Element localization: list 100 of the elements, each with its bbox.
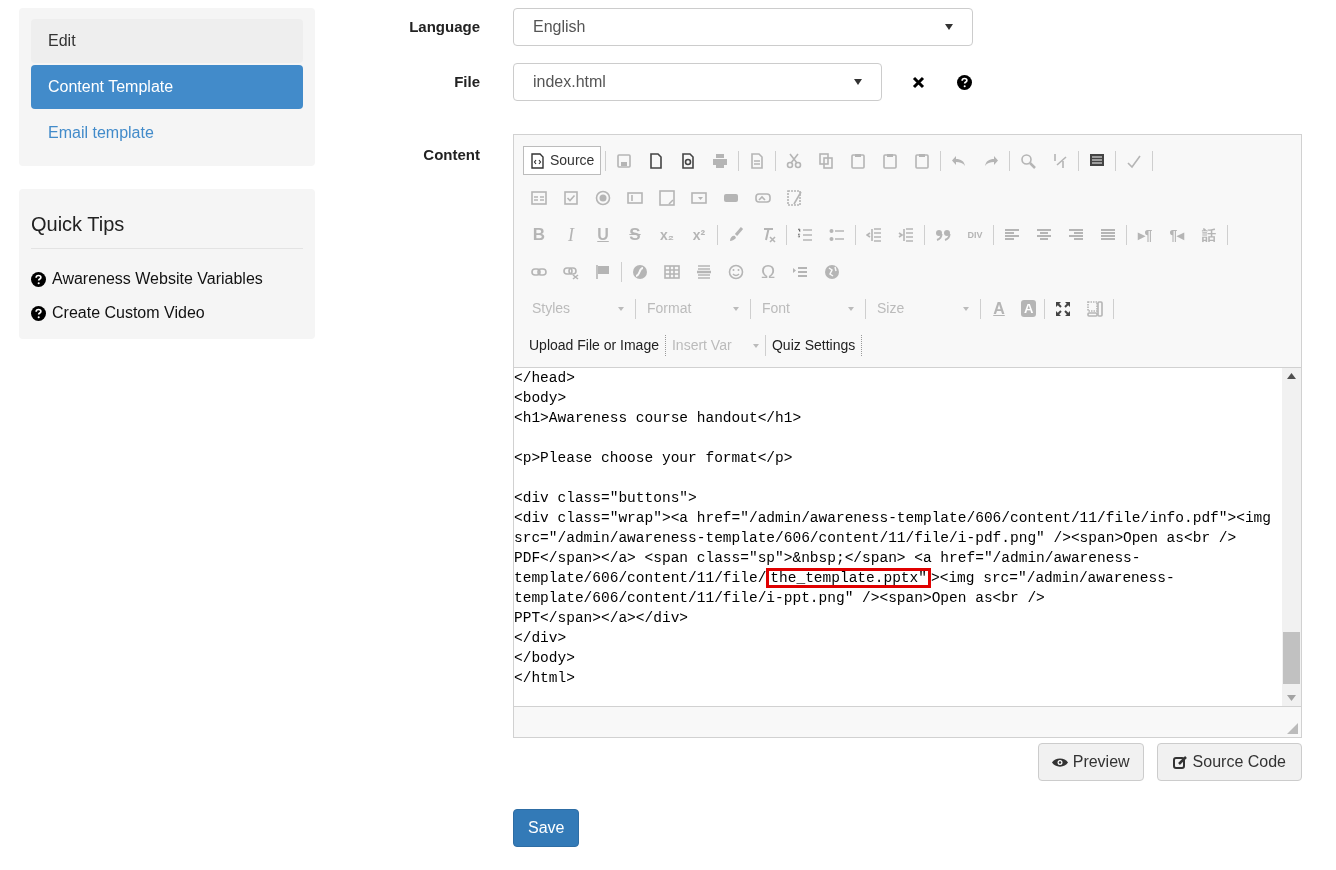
source-code-button[interactable]: Source Code [1156,743,1302,781]
align-left-icon[interactable] [1004,226,1020,243]
format-button[interactable]: A [983,300,1015,317]
code-text: <div class="wrap"><a href="/admin/awareness-template/606/content/11/file/info.pdf"><img [514,509,1272,528]
code-text: <p>Please choose your format</p> [514,449,793,468]
clipboard-icon[interactable] [882,152,899,169]
panel-title: Quick Tips [31,209,303,249]
text-area-icon[interactable] [659,189,675,206]
field-label: Content [422,145,480,162]
flag-icon[interactable] [595,263,611,280]
select-icon[interactable] [691,189,707,206]
maximize-icon[interactable] [1055,300,1072,317]
toolbar-button[interactable]: Upload File or Image [523,335,666,356]
scroll-up-icon[interactable] [1287,373,1296,379]
printer-icon[interactable] [712,152,729,169]
caret-icon [618,306,624,311]
format-button[interactable]: x₂ [651,226,683,243]
search-icon[interactable] [1020,152,1037,169]
language-select[interactable]: English [513,8,973,46]
nav-item[interactable]: Edit [31,19,303,63]
code-text: </html> [514,669,575,688]
nav-item[interactable]: Content Template [31,65,303,109]
help-icon[interactable] [957,74,972,90]
text-block-icon[interactable] [1089,152,1106,169]
numbered-list-icon[interactable] [797,226,813,243]
field-label: Language [408,16,480,37]
scissors-icon[interactable] [786,152,803,169]
eye-icon [1051,756,1068,768]
justify-icon[interactable] [1100,226,1116,243]
code-text: ><img src="/admin/awareness- [931,569,1175,588]
save-icon[interactable] [616,152,633,169]
horizontal-line-icon[interactable] [696,263,712,280]
code-text: template/606/content/11/file/ [514,569,767,588]
code-text: PDF</span></a> <span class="sp">&nbsp;</span> <a href="/admin/awareness- [514,549,1141,568]
preview-icon[interactable] [680,152,697,169]
checkbox-icon[interactable] [563,189,579,206]
scroll-thumb[interactable] [1283,632,1300,684]
format-button[interactable]: U [587,226,619,243]
flash-icon[interactable] [632,263,648,280]
format-button[interactable]: B [523,226,555,243]
toolbar-button[interactable]: Quiz Settings [765,335,863,356]
scroll-down-icon[interactable] [1287,695,1296,701]
caret-icon [963,306,969,311]
layout-icon[interactable] [1087,300,1104,317]
code-text: </div> [514,629,567,648]
code-text: PPT</span></a></div> [514,609,689,628]
smiley-icon[interactable] [728,263,744,280]
tip-link[interactable]: Awareness Website Variables [52,267,263,291]
close-icon[interactable] [912,75,925,89]
format-button[interactable]: 話 [1193,226,1225,243]
caret-icon [752,343,759,348]
form-icon[interactable] [531,189,547,206]
code-text: src="/admin/awareness-template/606/content/11/file/i-pdf.png" /><span>Open as<br /> [514,529,1237,548]
field-label: File [453,71,480,92]
document-icon[interactable] [749,152,766,169]
code-text: <body> [514,389,567,408]
text-field-icon[interactable] [627,189,643,206]
code-text: </head> [514,369,575,388]
format-button[interactable]: S [619,226,651,243]
nav-link[interactable]: Email template [31,111,303,155]
edit-icon [1172,754,1188,770]
code-file-icon [530,152,545,169]
format-button[interactable]: A [1021,300,1037,317]
preview-button[interactable]: Preview [1037,743,1144,781]
align-center-icon[interactable] [1036,226,1052,243]
table-icon[interactable] [664,263,680,280]
hidden-field-icon[interactable] [787,189,803,206]
caret-icon [848,306,854,311]
clipboard-icon[interactable] [914,152,931,169]
caret-icon [733,306,739,311]
format-button[interactable]: ¶◂ [1161,226,1193,243]
highlighted-text: the_template.pptx" [766,568,931,588]
tip-link[interactable]: Create Custom Video [52,301,205,325]
radio-icon[interactable] [595,189,611,206]
format-button[interactable]: I [555,226,587,243]
brush-icon[interactable] [728,226,744,243]
copy-icon[interactable] [818,152,835,169]
clipboard-icon[interactable] [850,152,867,169]
resize-grip-icon[interactable] [1287,723,1298,734]
code-text: <div class="buttons"> [514,489,697,508]
scrollbar[interactable] [1282,368,1301,706]
caret-icon [854,79,862,85]
code-text: <h1>Awareness course handout</h1> [514,409,802,428]
caret-icon [945,24,953,30]
indent-icon[interactable] [898,226,914,243]
outdent-icon[interactable] [866,226,882,243]
code-text: </body> [514,649,575,668]
format-button[interactable]: Ω [752,263,784,280]
page-icon[interactable] [648,152,665,169]
format-button[interactable]: DIV [959,226,991,243]
format-button[interactable]: x² [683,226,715,243]
code-text: template/606/content/11/file/i-ppt.png" /><span>Open as<br /> [514,589,1045,608]
help-icon [31,305,46,321]
format-button[interactable]: ▸¶ [1129,226,1161,243]
align-right-icon[interactable] [1068,226,1084,243]
help-icon [31,271,46,287]
file-select[interactable]: index.html [513,63,882,101]
save-button[interactable]: Save [513,809,580,847]
source-button[interactable]: Source [523,146,602,175]
bulleted-list-icon[interactable] [829,226,845,243]
